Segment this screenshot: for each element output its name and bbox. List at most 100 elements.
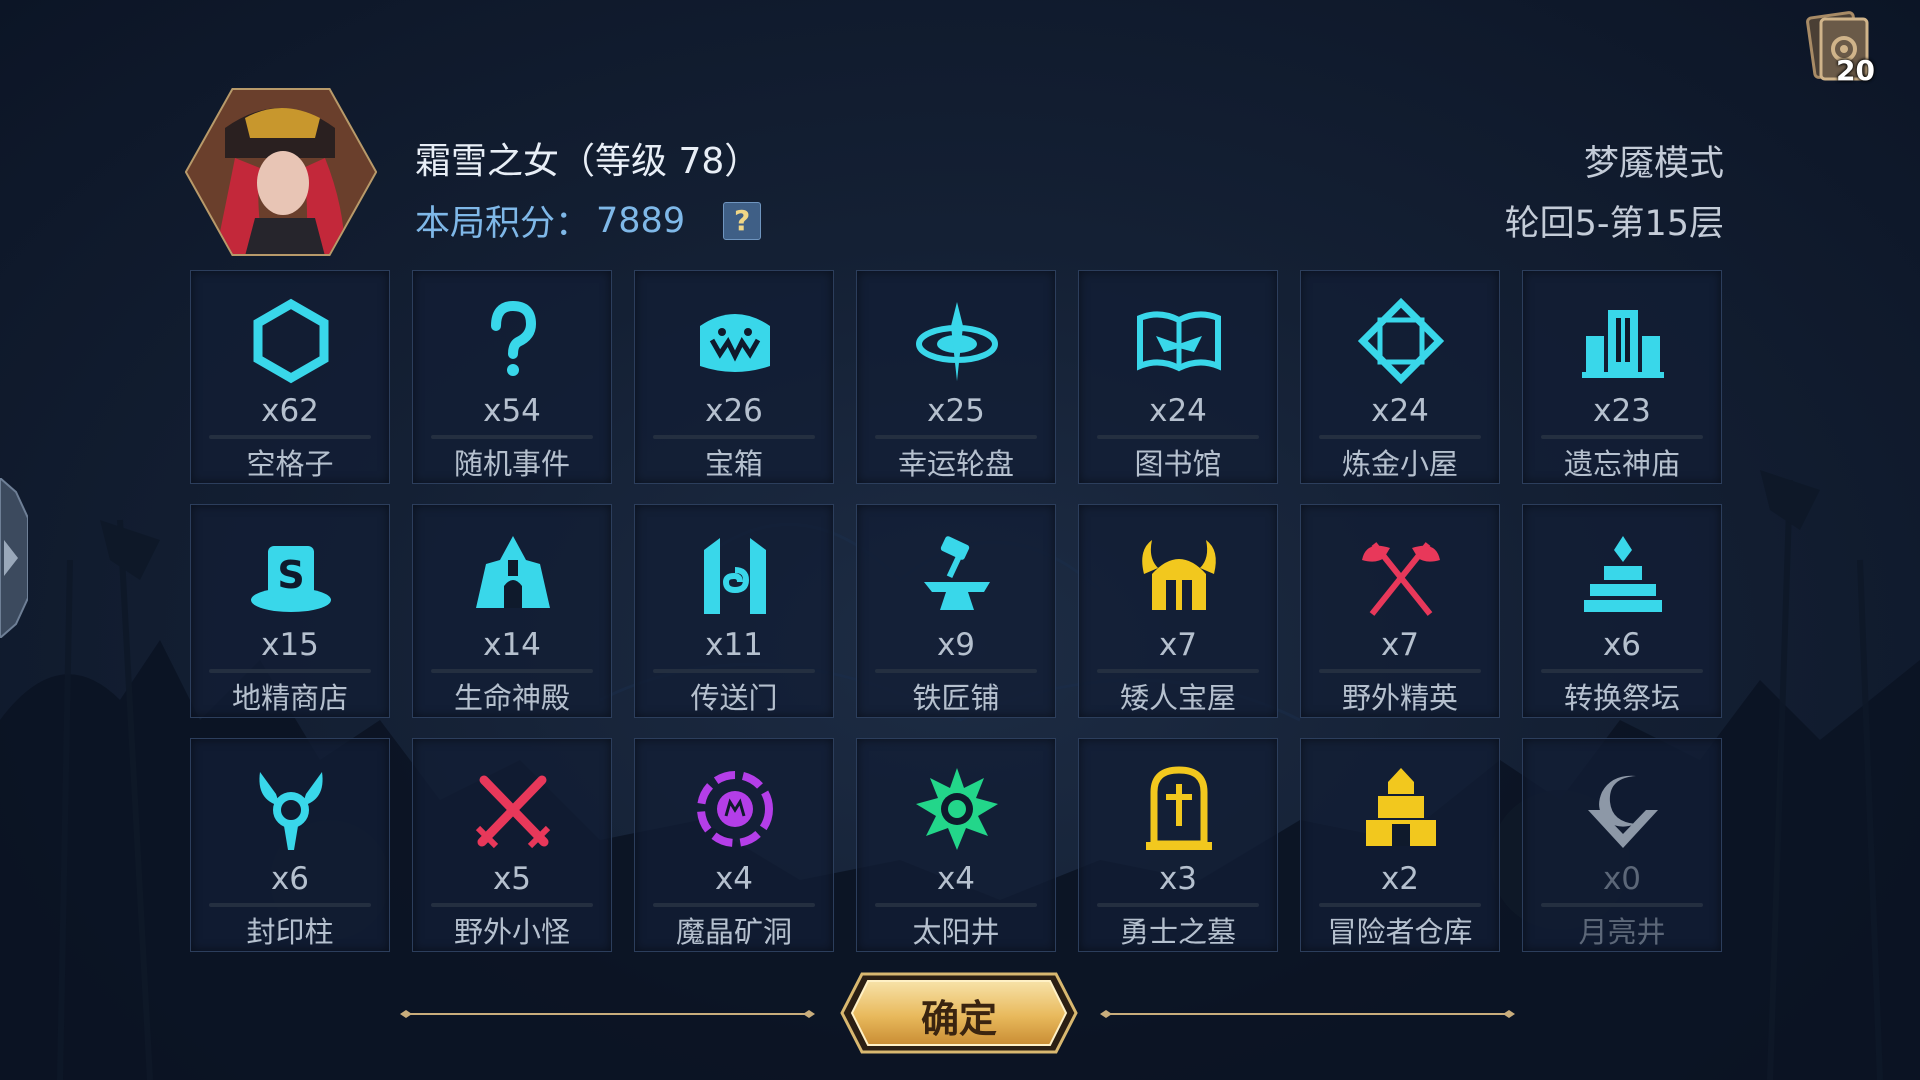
tile-count: x15 (261, 627, 319, 663)
tile-divider (1097, 903, 1259, 907)
score-label: 本局积分： (415, 204, 591, 244)
tile-count: x4 (714, 861, 754, 897)
tile-label: 转换祭坛 (1563, 681, 1680, 715)
tile-stat-card[interactable]: x6 转换祭坛 (1522, 504, 1722, 718)
tile-label: 图书馆 (1134, 447, 1222, 481)
tile-divider (209, 903, 371, 907)
tile-divider (1541, 903, 1703, 907)
tile-stat-card[interactable]: x2 冒险者仓库 (1300, 738, 1500, 952)
tile-stat-card[interactable]: x14 生命神殿 (412, 504, 612, 718)
card-deck-button[interactable]: 20 (1803, 9, 1879, 87)
difficulty-mode: 梦魇模式 (1583, 144, 1724, 184)
tile-stat-card[interactable]: x7 野外精英 (1300, 504, 1500, 718)
tile-label: 矮人宝屋 (1119, 681, 1236, 715)
tile-stat-card[interactable]: x54 随机事件 (412, 270, 612, 484)
tile-divider (431, 903, 593, 907)
tile-count: x24 (1371, 393, 1429, 429)
tile-stat-card[interactable]: x24 图书馆 (1078, 270, 1278, 484)
tile-stat-card[interactable]: x6 封印柱 (190, 738, 390, 952)
tile-label: 炼金小屋 (1341, 447, 1458, 481)
tile-count: x0 (1602, 861, 1642, 897)
portal-icon (704, 538, 766, 614)
tile-label: 魔晶矿洞 (675, 915, 792, 949)
tile-count: x25 (927, 393, 985, 429)
tile-divider (875, 669, 1037, 673)
tile-stat-card[interactable]: x5 野外小怪 (412, 738, 612, 952)
tile-stat-card[interactable]: x26 宝箱 (634, 270, 834, 484)
chevron-right-icon (0, 476, 29, 640)
tile-count: x2 (1380, 861, 1420, 897)
tile-stat-card[interactable]: x3 勇士之墓 (1078, 738, 1278, 952)
tile-stat-card[interactable]: x0 月亮井 (1522, 738, 1722, 952)
tile-divider (209, 669, 371, 673)
tile-count: x3 (1158, 861, 1198, 897)
dwarf-helmet-icon (1142, 540, 1216, 610)
tile-count: x6 (270, 861, 310, 897)
side-panel-toggle[interactable] (0, 476, 29, 640)
tile-divider (653, 669, 815, 673)
treasure-chest-icon (700, 314, 770, 372)
question-mark-icon (491, 300, 537, 376)
score-value: 7889 (596, 200, 686, 241)
tile-count: x5 (492, 861, 532, 897)
cycle-floor: 轮回5-第15层 (1504, 204, 1724, 244)
svg-text:S: S (277, 553, 304, 597)
card-deck-count: 20 (1836, 54, 1875, 87)
warehouse-icon (1366, 768, 1436, 846)
tile-count: x11 (705, 627, 763, 663)
tile-count: x62 (261, 393, 319, 429)
tile-label: 野外小怪 (453, 915, 570, 949)
tile-stat-card[interactable]: x7 矮人宝屋 (1078, 504, 1278, 718)
tile-label: 宝箱 (704, 447, 763, 481)
tile-divider (431, 435, 593, 439)
confirm-button[interactable]: 确定 (840, 972, 1078, 1054)
magic-crystal-icon (697, 771, 773, 847)
tile-stat-card[interactable]: x11 传送门 (634, 504, 834, 718)
tile-divider (1097, 669, 1259, 673)
tile-divider (209, 435, 371, 439)
tile-stat-card[interactable]: x25 幸运轮盘 (856, 270, 1056, 484)
hexagon-icon (253, 298, 329, 384)
altar-icon (1584, 536, 1662, 612)
goblin-shop-hat-icon: S (251, 546, 331, 612)
tile-label: 太阳井 (912, 915, 1000, 949)
tile-divider (1541, 669, 1703, 673)
tile-stat-card[interactable]: x62 空格子 (190, 270, 390, 484)
tile-stat-card[interactable]: Sx15 地精商店 (190, 504, 390, 718)
tile-stat-card[interactable]: x4 太阳井 (856, 738, 1056, 952)
decorative-divider-left (400, 1010, 815, 1018)
tile-count: x54 (483, 393, 541, 429)
tile-label: 空格子 (246, 447, 334, 481)
tile-divider (653, 435, 815, 439)
tile-label: 冒险者仓库 (1327, 915, 1473, 949)
tile-divider (1319, 669, 1481, 673)
tile-stat-card[interactable]: x24 炼金小屋 (1300, 270, 1500, 484)
life-shrine-icon (476, 536, 550, 608)
score-help-button[interactable]: ? (723, 201, 762, 240)
tile-divider (431, 669, 593, 673)
run-score: 本局积分： 7889 ? (415, 195, 762, 246)
tile-stat-card[interactable]: x9 铁匠铺 (856, 504, 1056, 718)
tile-count: x9 (936, 627, 976, 663)
tile-divider (1541, 435, 1703, 439)
confirm-label: 确定 (920, 997, 997, 1041)
tile-label: 随机事件 (453, 447, 570, 481)
player-avatar[interactable] (184, 88, 378, 256)
open-book-icon (1137, 311, 1221, 372)
tile-divider (1319, 435, 1481, 439)
tile-count: x4 (936, 861, 976, 897)
tile-label: 传送门 (690, 681, 778, 715)
tile-divider (875, 903, 1037, 907)
tile-stat-card[interactable]: x23 遗忘神庙 (1522, 270, 1722, 484)
tile-label: 野外精英 (1341, 681, 1458, 715)
moon-well-icon (1588, 775, 1658, 848)
tile-stat-card[interactable]: x4 魔晶矿洞 (634, 738, 834, 952)
tile-divider (653, 903, 815, 907)
tile-statistics-grid: x62 空格子 x54 随机事件 x26 宝箱 x25 幸运轮盘 x24 图书馆 x24 炼金小屋 x2… (190, 270, 1725, 952)
seal-pillar-icon (259, 772, 323, 850)
decorative-divider-right (1100, 1010, 1515, 1018)
tile-count: x26 (705, 393, 763, 429)
tile-count: x7 (1380, 627, 1420, 663)
tile-label: 勇士之墓 (1119, 915, 1236, 949)
alchemy-diamond-icon (1357, 297, 1445, 385)
